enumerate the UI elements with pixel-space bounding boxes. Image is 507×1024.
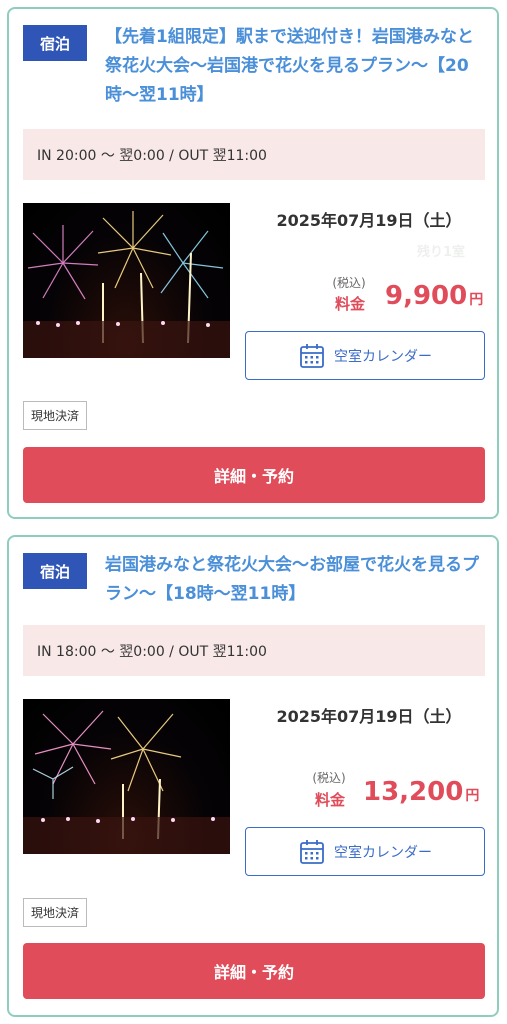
- reserve-button[interactable]: 詳細・予約: [23, 943, 485, 999]
- price-label: 料金: [335, 295, 366, 313]
- calendar-label: 空室カレンダー: [334, 348, 432, 365]
- tax-included-label: (税込): [312, 771, 346, 785]
- plan-title[interactable]: 岩国港みなと祭花火大会〜お部屋で花火を見るプラン〜【18時〜翌11時】: [105, 551, 487, 609]
- price-value: 13,200 円: [363, 777, 479, 807]
- price-amount: 13,200: [363, 777, 464, 807]
- stay-date: 2025年07月19日（土）: [276, 707, 462, 726]
- rooms-remaining: 残り1室: [417, 245, 466, 260]
- currency-label: 円: [465, 788, 480, 804]
- calendar-icon: [300, 343, 324, 368]
- stay-badge: 宿泊: [23, 553, 87, 589]
- fireworks-image: [23, 211, 230, 358]
- vacancy-calendar-button[interactable]: 空室カレンダー: [245, 827, 485, 876]
- checkin-times: IN 20:00 〜 翌0:00 / OUT 翌11:00: [23, 129, 485, 180]
- vacancy-calendar-button[interactable]: 空室カレンダー: [245, 331, 485, 380]
- calendar-label: 空室カレンダー: [334, 844, 432, 861]
- plan-title[interactable]: 【先着1組限定】駅まで送迎付き！岩国港みなと祭花火大会〜岩国港で花火を見るプラン…: [105, 23, 487, 110]
- fireworks-photo[interactable]: [23, 203, 230, 358]
- reserve-button[interactable]: 詳細・予約: [23, 447, 485, 503]
- price-amount: 9,900: [385, 281, 468, 311]
- price-label: 料金: [315, 791, 346, 809]
- stay-badge: 宿泊: [23, 25, 87, 61]
- fireworks-image: [23, 710, 230, 854]
- currency-label: 円: [469, 292, 484, 308]
- checkin-times: IN 18:00 〜 翌0:00 / OUT 翌11:00: [23, 625, 485, 676]
- price-value: 9,900 円: [385, 281, 483, 311]
- fireworks-photo[interactable]: [23, 699, 230, 854]
- payment-method-tag: 現地決済: [23, 401, 88, 430]
- plan-card: 宿泊 岩国港みなと祭花火大会〜お部屋で花火を見るプラン〜【18時〜翌11時】 I…: [7, 535, 499, 1017]
- tax-included-label: (税込): [332, 276, 366, 290]
- calendar-icon: [300, 839, 324, 864]
- plan-card: 宿泊 【先着1組限定】駅まで送迎付き！岩国港みなと祭花火大会〜岩国港で花火を見る…: [7, 7, 499, 519]
- stay-date: 2025年07月19日（土）: [276, 211, 462, 230]
- payment-method-tag: 現地決済: [23, 898, 88, 927]
